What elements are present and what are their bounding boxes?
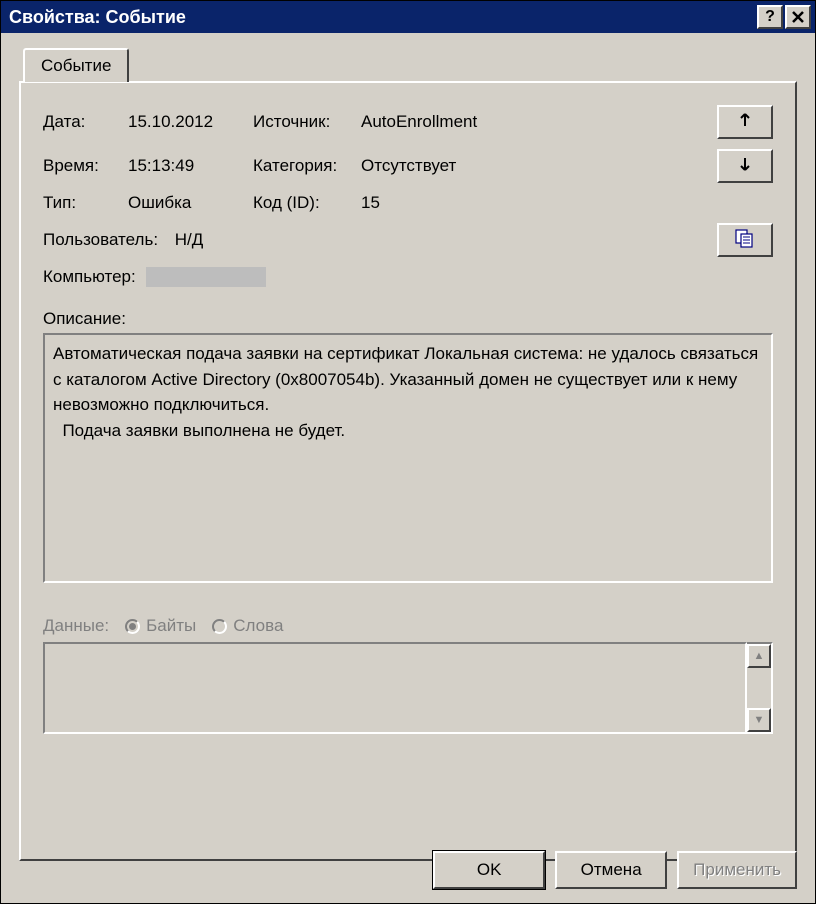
cancel-button[interactable]: Отмена (555, 851, 667, 889)
label-description: Описание: (43, 309, 773, 329)
arrow-down-icon (737, 156, 753, 177)
copy-icon (734, 228, 756, 253)
value-source: AutoEnrollment (361, 112, 703, 132)
label-computer: Компьютер: (43, 267, 136, 287)
value-category: Отсутствует (361, 156, 703, 176)
label-type: Тип: (43, 193, 128, 213)
label-category: Категория: (253, 156, 361, 176)
event-properties-window: Свойства: Событие ? Событие Дата: 15.10.… (0, 0, 816, 904)
label-time: Время: (43, 156, 128, 176)
triangle-down-icon: ▼ (754, 714, 765, 726)
ok-button[interactable]: OK (433, 851, 545, 889)
title-bar: Свойства: Событие ? (1, 1, 815, 33)
close-button[interactable] (785, 5, 811, 29)
arrow-up-icon (737, 112, 753, 133)
value-date: 15.10.2012 (128, 112, 253, 132)
prev-event-button[interactable] (717, 105, 773, 139)
copy-button[interactable] (717, 223, 773, 257)
scroll-down-button[interactable]: ▼ (747, 708, 771, 732)
radio-words: Слова (212, 616, 283, 636)
radio-words-label: Слова (233, 616, 283, 636)
label-user: Пользователь: (43, 230, 158, 250)
data-scrollbar: ▲ ▼ (747, 642, 773, 734)
apply-button: Применить (677, 851, 797, 889)
next-event-button[interactable] (717, 149, 773, 183)
data-format-row: Данные: Байты Слова (43, 616, 773, 636)
label-code: Код (ID): (253, 193, 361, 213)
window-title: Свойства: Событие (9, 7, 186, 28)
label-source: Источник: (253, 112, 361, 132)
value-time: 15:13:49 (128, 156, 253, 176)
scroll-up-button[interactable]: ▲ (747, 644, 771, 668)
value-computer-redacted (146, 267, 266, 287)
tab-panel-event: Дата: 15.10.2012 Источник: AutoEnrollmen… (19, 81, 797, 861)
data-box[interactable] (43, 642, 747, 734)
value-type: Ошибка (128, 193, 253, 213)
radio-bytes: Байты (125, 616, 196, 636)
label-date: Дата: (43, 112, 128, 132)
description-text[interactable] (43, 333, 773, 583)
radio-bytes-label: Байты (146, 616, 196, 636)
label-data: Данные: (43, 616, 109, 636)
radio-words-dot (212, 619, 227, 634)
triangle-up-icon: ▲ (754, 650, 765, 662)
help-button[interactable]: ? (757, 5, 783, 29)
value-user: Н/Д (175, 230, 204, 250)
tab-event[interactable]: Событие (23, 48, 129, 82)
radio-bytes-dot (125, 619, 140, 634)
value-code: 15 (361, 193, 703, 213)
